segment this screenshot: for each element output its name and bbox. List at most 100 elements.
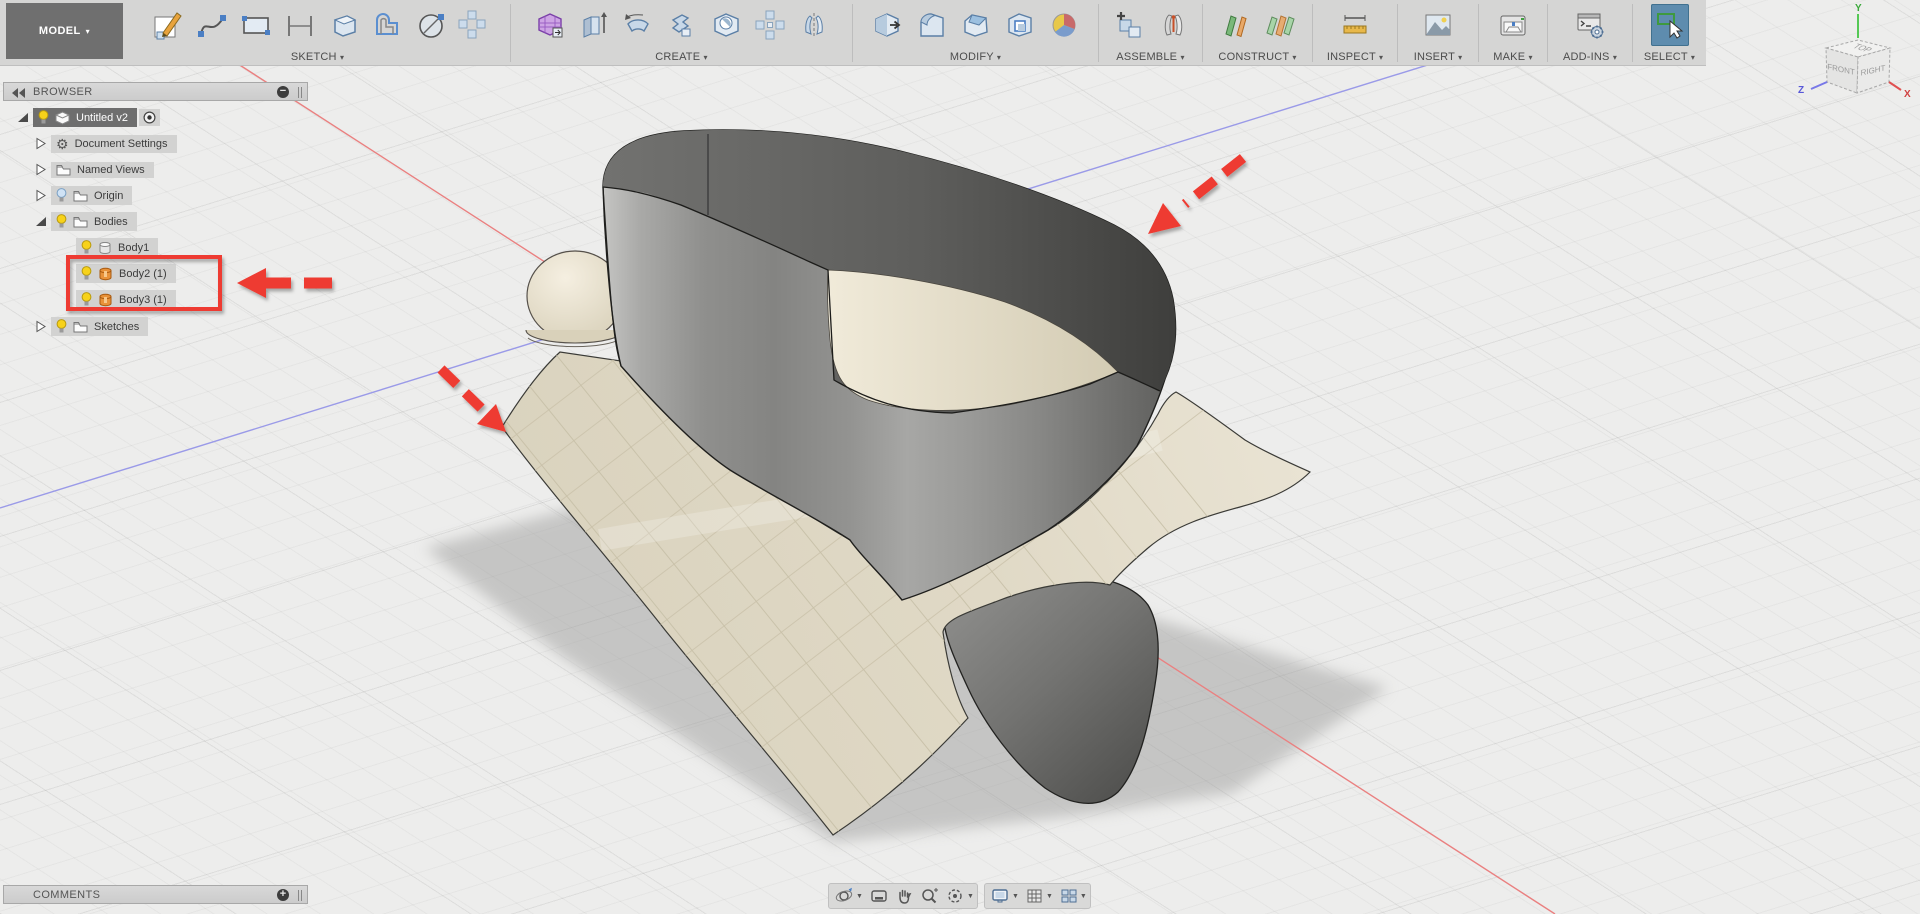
collapse-panel-icon[interactable]	[12, 88, 26, 98]
midplane-icon[interactable]	[1261, 4, 1299, 46]
expanded-icon[interactable]	[34, 215, 47, 228]
mirror-icon[interactable]	[795, 4, 833, 46]
extrude-icon[interactable]	[575, 4, 613, 46]
chevron-down-icon[interactable]: ▼	[856, 893, 863, 900]
chamfer-icon[interactable]	[957, 4, 995, 46]
pan-icon[interactable]	[895, 887, 913, 905]
look-at-icon[interactable]	[870, 887, 888, 905]
display-settings-icon[interactable]: ▼	[991, 887, 1019, 905]
construct-menu[interactable]: CONSTRUCT ▾	[1203, 51, 1312, 63]
gear-icon: ⚙	[56, 137, 69, 151]
offset-icon[interactable]	[369, 4, 407, 46]
collapsed-icon[interactable]	[34, 189, 47, 202]
toolbar-group-addins: ADD-INS ▾	[1548, 0, 1632, 66]
collapsed-icon[interactable]	[34, 137, 47, 150]
select-menu[interactable]: SELECT ▾	[1633, 51, 1706, 63]
tree-item-origin[interactable]: Origin	[34, 185, 132, 206]
chevron-down-icon[interactable]: ▼	[1080, 893, 1087, 900]
browser-panel-title: BROWSER	[33, 86, 93, 98]
bulb-icon[interactable]	[81, 266, 92, 281]
circle-diameter-icon[interactable]	[413, 4, 451, 46]
shell-icon[interactable]	[1001, 4, 1039, 46]
orbit-icon[interactable]: ▼	[835, 887, 863, 905]
sketch-move-icon[interactable]	[457, 4, 487, 46]
create-sketch-icon[interactable]	[149, 4, 187, 46]
viewports-icon[interactable]: ▼	[1060, 887, 1087, 905]
viewport-canvas[interactable]: MODEL ▾ SKETCH ▾	[0, 0, 1920, 914]
modify-menu[interactable]: MODIFY ▾	[853, 51, 1098, 63]
tree-item-root[interactable]: Untitled v2	[16, 107, 160, 128]
addins-menu[interactable]: ADD-INS ▾	[1548, 51, 1632, 63]
browser-panel-header[interactable]: BROWSER −	[3, 82, 308, 101]
view-cube[interactable]: Y TOP FRONT RIGHT Z X	[1780, 0, 1920, 130]
scripts-addins-icon[interactable]	[1571, 4, 1609, 46]
create-form-icon[interactable]	[531, 4, 569, 46]
sketch-dimension-icon[interactable]	[281, 4, 319, 46]
comments-panel-header[interactable]: COMMENTS +	[3, 885, 308, 904]
bulb-icon[interactable]	[56, 188, 67, 203]
zoom-icon[interactable]	[920, 887, 939, 905]
sweep-icon[interactable]	[663, 4, 701, 46]
measure-icon[interactable]	[1336, 4, 1374, 46]
create-menu[interactable]: CREATE ▾	[511, 51, 852, 63]
grid-snaps-icon[interactable]: ▼	[1026, 887, 1053, 905]
toolbar-group-insert: INSERT ▾	[1398, 0, 1478, 66]
panel-resize-handle[interactable]	[298, 87, 302, 98]
bulb-icon[interactable]	[38, 110, 49, 125]
tree-item-sketches[interactable]: Sketches	[34, 316, 148, 337]
fillet-icon[interactable]	[913, 4, 951, 46]
new-component-icon[interactable]	[1110, 4, 1148, 46]
chevron-down-icon[interactable]: ▼	[1012, 893, 1019, 900]
bulb-icon[interactable]	[81, 240, 92, 255]
bulb-icon[interactable]	[56, 214, 67, 229]
make-menu[interactable]: MAKE ▾	[1479, 51, 1547, 63]
fit-icon[interactable]: ▼	[946, 887, 974, 905]
tree-label: Document Settings	[75, 138, 168, 150]
assemble-menu[interactable]: ASSEMBLE ▾	[1099, 51, 1202, 63]
tree-item-body3[interactable]: Body3 (1)	[76, 289, 176, 310]
appearance-icon[interactable]	[1045, 4, 1083, 46]
navbar-display-tools: ▼ ▼ ▼	[984, 883, 1091, 909]
toolbar-group-inspect: INSPECT ▾	[1313, 0, 1397, 66]
collapsed-icon[interactable]	[34, 320, 47, 333]
select-icon[interactable]	[1651, 4, 1689, 46]
minimize-panel-icon[interactable]: −	[277, 86, 289, 98]
tree-item-body1[interactable]: Body1	[76, 237, 158, 258]
workspace-label: MODEL	[39, 25, 81, 37]
offset-plane-icon[interactable]	[1217, 4, 1255, 46]
3d-print-icon[interactable]	[1494, 4, 1532, 46]
toolbar-group-sketch: SKETCH ▾	[125, 0, 510, 66]
x-axis-indicator	[1889, 82, 1901, 90]
press-pull-icon[interactable]	[869, 4, 907, 46]
hole-icon[interactable]	[707, 4, 745, 46]
expanded-icon[interactable]	[16, 111, 29, 124]
activate-component-radio[interactable]	[139, 109, 160, 126]
rectangular-pattern-icon[interactable]	[751, 4, 789, 46]
inspect-menu[interactable]: INSPECT ▾	[1313, 51, 1397, 63]
spline-icon[interactable]	[193, 4, 231, 46]
solid-body-icon	[98, 241, 112, 255]
sketch-menu[interactable]: SKETCH ▾	[125, 51, 510, 63]
bulb-icon[interactable]	[81, 292, 92, 307]
add-comment-icon[interactable]: +	[277, 889, 289, 901]
chevron-down-icon[interactable]: ▼	[967, 893, 974, 900]
joint-icon[interactable]	[1154, 4, 1192, 46]
tree-item-bodies[interactable]: Bodies	[34, 211, 137, 232]
model-view[interactable]	[0, 0, 1920, 914]
chevron-down-icon[interactable]: ▼	[1046, 893, 1053, 900]
x-axis-label: X	[1904, 89, 1911, 100]
tree-item-named-views[interactable]: Named Views	[34, 159, 154, 180]
bulb-icon[interactable]	[56, 319, 67, 334]
surface-body-icon	[98, 293, 113, 307]
folder-icon	[56, 164, 71, 176]
panel-resize-handle[interactable]	[298, 890, 302, 901]
project-icon[interactable]	[325, 4, 363, 46]
collapsed-icon[interactable]	[34, 163, 47, 176]
rectangle-icon[interactable]	[237, 4, 275, 46]
revolve-icon[interactable]	[619, 4, 657, 46]
workspace-selector[interactable]: MODEL ▾	[6, 3, 123, 59]
insert-menu[interactable]: INSERT ▾	[1398, 51, 1478, 63]
tree-item-document-settings[interactable]: ⚙ Document Settings	[34, 133, 177, 154]
insert-image-icon[interactable]	[1419, 4, 1457, 46]
tree-item-body2[interactable]: Body2 (1)	[76, 263, 176, 284]
